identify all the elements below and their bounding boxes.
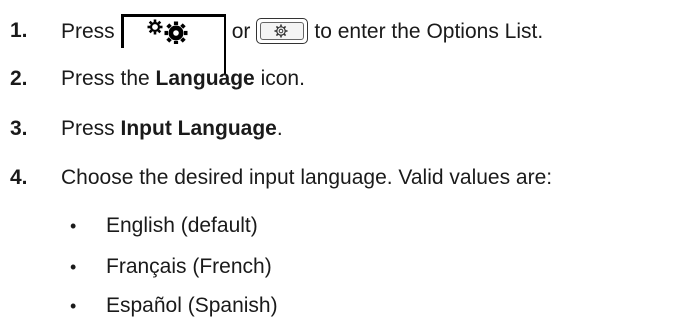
bullet-icon: • xyxy=(70,296,77,316)
step-text-bold: Input Language xyxy=(120,117,277,140)
step-text: Press or to enter the Options List. xyxy=(61,14,544,74)
bullet-icon: • xyxy=(70,216,77,236)
bullet-icon: • xyxy=(70,257,77,277)
options-softkey[interactable] xyxy=(120,14,226,74)
list-item-text: Español (Spanish) xyxy=(106,294,278,317)
settings-hardkey[interactable] xyxy=(256,17,309,44)
step-text: Press the Language icon. xyxy=(61,64,305,94)
key-frame xyxy=(120,14,226,17)
settings-gear-icon xyxy=(274,24,288,37)
step-number: 1. xyxy=(10,19,28,42)
step-text-pre: Press xyxy=(61,117,121,140)
gears-icon xyxy=(147,19,188,44)
list-item-text: Français (French) xyxy=(106,255,272,278)
step-number: 2. xyxy=(10,67,28,90)
step-text-pre: Press the xyxy=(61,67,156,90)
step-text-or: or xyxy=(231,20,251,44)
key-frame xyxy=(120,14,124,48)
step-text-post: icon. xyxy=(254,67,305,90)
list-item-text: English (default) xyxy=(106,214,258,237)
step-number: 4. xyxy=(10,166,28,189)
step-text: Press Input Language. xyxy=(61,114,283,144)
step-text: Choose the desired input language. Valid… xyxy=(61,166,553,189)
step-text-post: . xyxy=(276,117,283,140)
step-text-post: to enter the Options List. xyxy=(314,20,544,44)
step-text-bold: Language xyxy=(155,67,255,90)
step-number: 3. xyxy=(10,117,28,140)
step-text-pre: Press xyxy=(61,20,115,44)
